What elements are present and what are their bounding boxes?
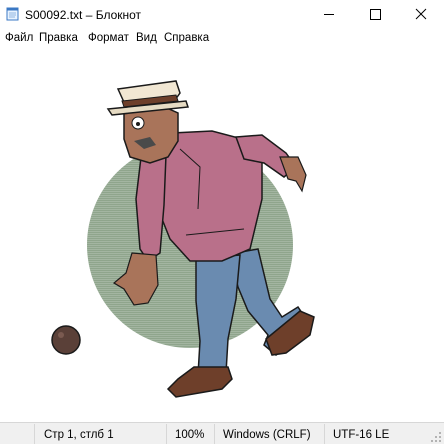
- title-bar[interactable]: S00092.txt – Блокнот: [0, 0, 444, 29]
- line-endings: Windows (CRLF): [223, 429, 311, 441]
- status-separator: [34, 424, 35, 444]
- bowler-illustration: [51, 80, 315, 398]
- menu-format[interactable]: Формат: [88, 32, 129, 44]
- hat: [106, 80, 190, 116]
- zoom-level: 100%: [175, 429, 205, 441]
- resize-grip-icon[interactable]: [430, 431, 442, 443]
- menu-view[interactable]: Вид: [136, 32, 157, 44]
- status-separator: [324, 424, 325, 444]
- status-separator: [214, 424, 215, 444]
- encoding: UTF-16 LE: [333, 429, 390, 441]
- menu-help[interactable]: Справка: [164, 32, 209, 44]
- notepad-window: S00092.txt – Блокнот Файл Правка Формат …: [0, 0, 444, 444]
- notepad-icon: [6, 7, 19, 21]
- cursor-position: Стр 1, стлб 1: [44, 429, 114, 441]
- maximize-button[interactable]: [352, 0, 398, 29]
- close-button[interactable]: [398, 0, 444, 29]
- menu-bar: Файл Правка Формат Вид Справка: [0, 29, 444, 49]
- head: [123, 104, 179, 164]
- minimize-icon: [324, 14, 334, 15]
- window-title: S00092.txt – Блокнот: [25, 8, 142, 22]
- text-editor-area[interactable]: [0, 49, 444, 422]
- status-separator: [166, 424, 167, 444]
- menu-file[interactable]: Файл: [5, 32, 33, 44]
- maximize-icon: [370, 9, 381, 20]
- close-icon: [415, 8, 427, 20]
- status-bar: Стр 1, стлб 1 100% Windows (CRLF) UTF-16…: [0, 422, 444, 444]
- minimize-button[interactable]: [306, 0, 352, 29]
- menu-edit[interactable]: Правка: [39, 32, 78, 44]
- ball: [51, 325, 81, 355]
